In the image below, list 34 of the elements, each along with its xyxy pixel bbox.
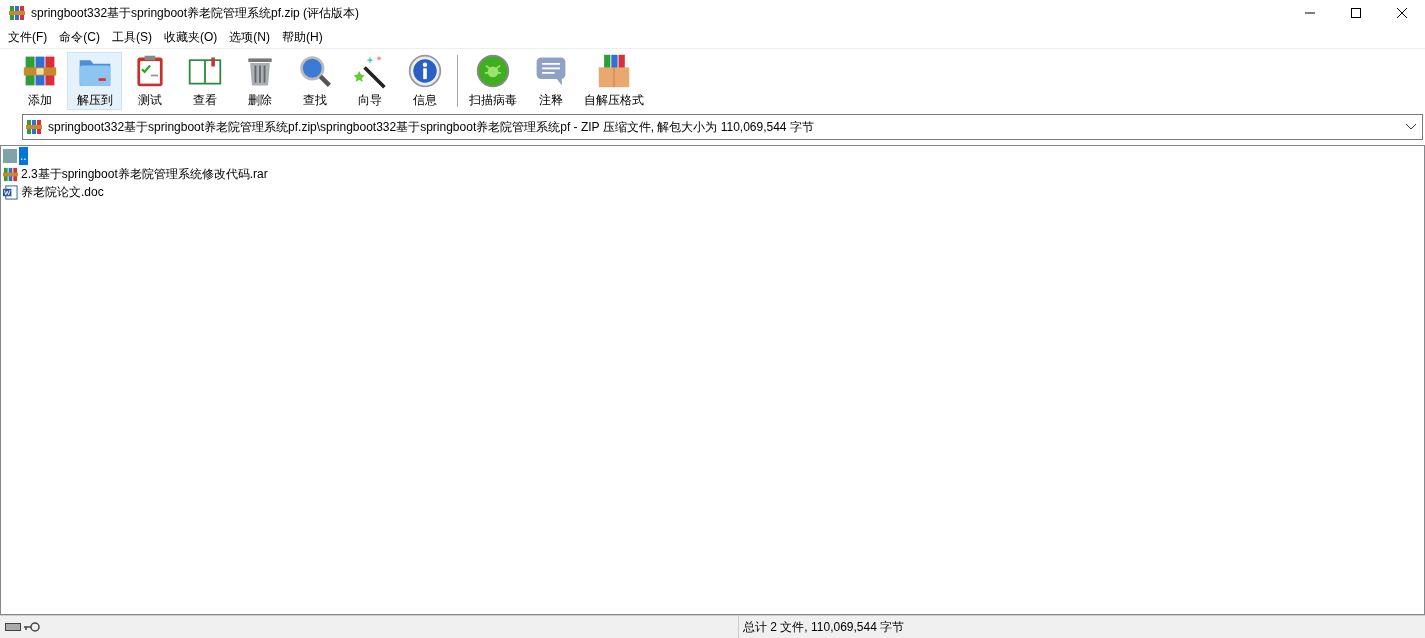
- menu-item[interactable]: 选项(N): [223, 28, 276, 46]
- menu-item[interactable]: 收藏夹(O): [158, 28, 224, 46]
- status-text: 总计 2 文件, 110,069,544 字节: [738, 616, 938, 638]
- menu-item[interactable]: 命令(C): [53, 28, 106, 46]
- toolbar-button[interactable]: 信息: [397, 51, 452, 110]
- toolbar-button[interactable]: 添加: [12, 51, 67, 110]
- maximize-icon: [1351, 8, 1361, 18]
- word-document-icon: [3, 184, 18, 200]
- menu-item[interactable]: 帮助(H): [276, 28, 329, 46]
- file-row[interactable]: 养老院论文.doc: [3, 183, 1424, 201]
- toolbar-button[interactable]: 查找: [287, 51, 342, 110]
- chevron-down-icon[interactable]: [1406, 124, 1416, 130]
- file-row[interactable]: 2.3基于springboot养老院管理系统修改代码.rar: [3, 165, 1424, 183]
- toolbar-button[interactable]: 扫描病毒: [463, 51, 523, 110]
- close-icon: [1397, 8, 1407, 18]
- bug-scanner-icon: [474, 52, 512, 89]
- toolbar-button[interactable]: 解压到: [67, 51, 122, 110]
- address-field[interactable]: springboot332基于springboot养老院管理系统pf.zip\springboot332基于springboot养老院管理系统pf - ZIP 压缩文件, 解包大小为 110,069,544 字节: [22, 114, 1423, 140]
- file-row[interactable]: ..: [3, 147, 1424, 165]
- toolbar-button[interactable]: 注释: [523, 51, 578, 110]
- toolbar-button[interactable]: 自解压格式: [578, 51, 650, 110]
- drive-icon: [5, 623, 21, 631]
- archive-icon: [26, 119, 42, 135]
- archive-icon: [3, 166, 18, 182]
- toolbar-button[interactable]: 查看: [177, 51, 232, 110]
- folder-up-icon: [3, 149, 17, 163]
- toolbar-button[interactable]: 删除: [232, 51, 287, 110]
- menu-item[interactable]: 工具(S): [106, 28, 158, 46]
- app-icon: [9, 5, 25, 21]
- window-title: springboot332基于springboot养老院管理系统pf.zip (评估版本): [31, 5, 360, 22]
- toolbar-button[interactable]: 向导: [342, 51, 397, 110]
- key-icon: [24, 622, 40, 632]
- menu-item[interactable]: 文件(F): [2, 28, 54, 46]
- toolbar-button[interactable]: 测试: [122, 51, 177, 110]
